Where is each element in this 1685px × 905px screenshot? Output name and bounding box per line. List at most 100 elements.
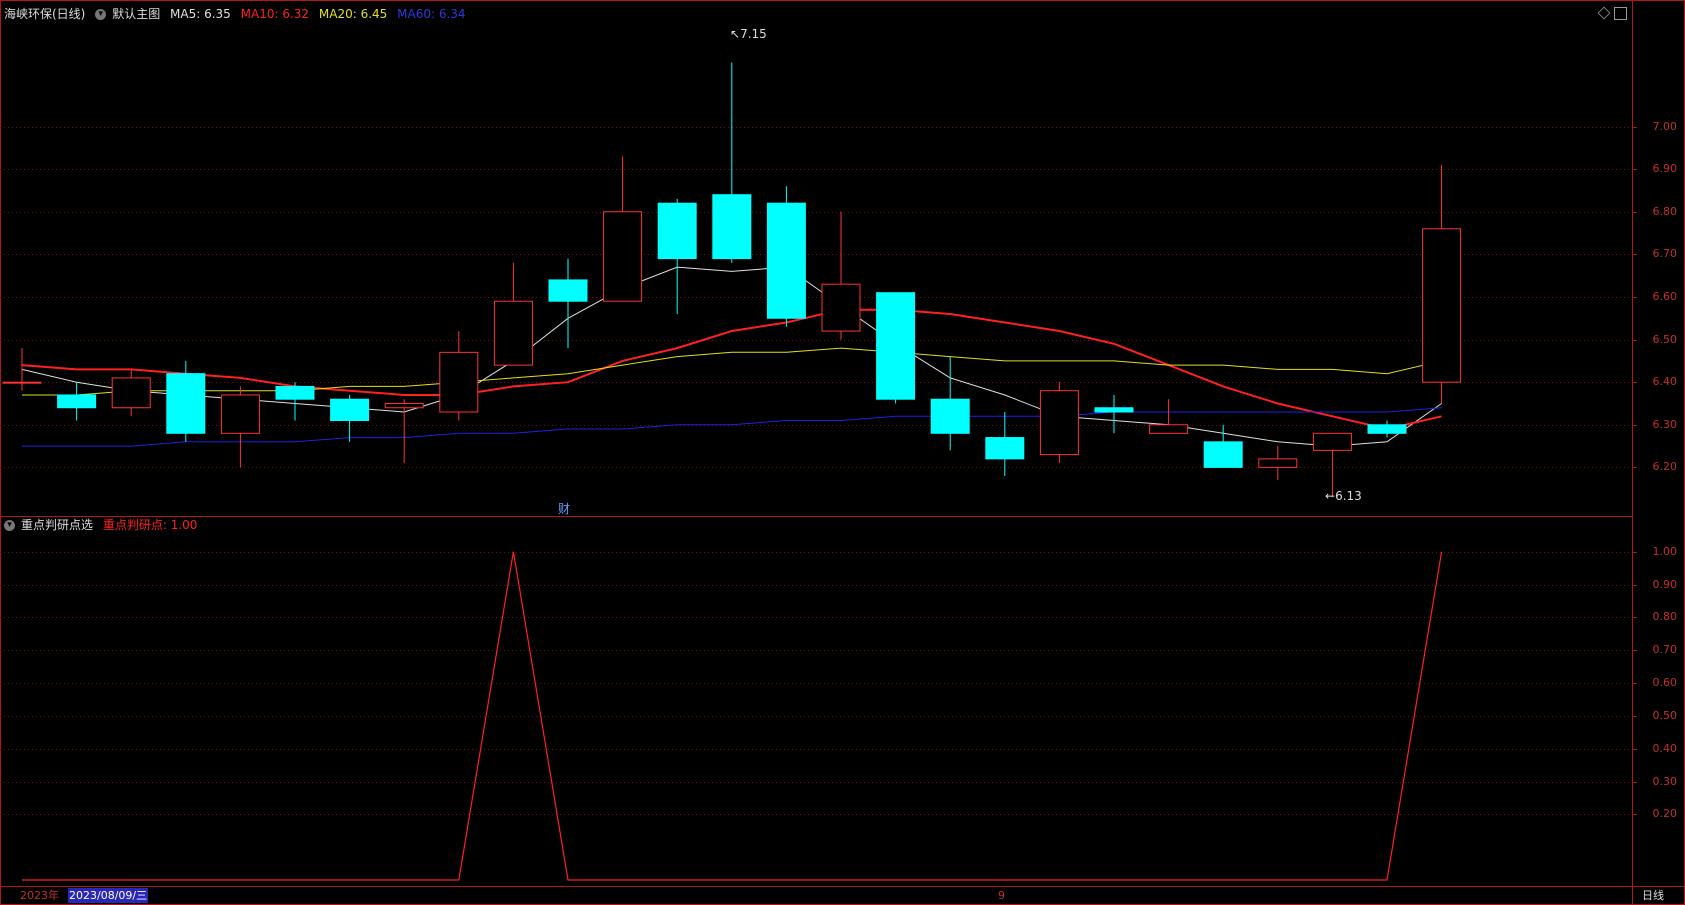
- candle: [1039, 382, 1079, 464]
- min-price-annotation: ←6.13: [1325, 489, 1362, 503]
- candle-body: [657, 202, 697, 260]
- indicator-title[interactable]: 重点判研点选: [21, 518, 93, 532]
- main-y-tick-label: 6.50: [1652, 332, 1678, 346]
- candle: [712, 62, 752, 263]
- candle: [57, 382, 97, 421]
- candle: [766, 186, 806, 327]
- candle-body: [1258, 458, 1298, 468]
- ma5-legend: MA5: 6.35: [170, 7, 231, 21]
- candle-body: [384, 402, 424, 409]
- indicator-y-tick-label: 0.60: [1652, 675, 1678, 689]
- main-y-tick-label: 7.00: [1652, 119, 1678, 133]
- chart-frame: [0, 0, 1685, 905]
- candle: [1094, 394, 1134, 434]
- indicator-y-tick-label: 0.80: [1652, 609, 1678, 623]
- main-y-tick-label: 6.90: [1652, 161, 1678, 175]
- candle-body: [111, 377, 151, 409]
- template-label[interactable]: 默认主图: [112, 7, 160, 21]
- candle: [1312, 432, 1352, 498]
- candle: [985, 412, 1025, 476]
- candle-body: [712, 194, 752, 260]
- ma20-legend: MA20: 6.45: [318, 7, 388, 21]
- main-y-tick-label: 6.70: [1652, 246, 1678, 260]
- candle-body: [2, 381, 42, 384]
- candle: [1149, 399, 1189, 434]
- candle: [657, 198, 697, 314]
- candle-body: [548, 279, 588, 302]
- main-y-tick-label: 6.30: [1652, 417, 1678, 431]
- footer-cursor-date: 2023/08/09/三: [68, 888, 149, 903]
- ma60-legend: MA60: 6.34: [397, 7, 466, 21]
- max-arrow-icon: ↖: [730, 27, 741, 41]
- candle: [384, 399, 424, 464]
- candle-body: [1312, 432, 1352, 451]
- candle: [876, 292, 916, 404]
- stock-title[interactable]: 海峡环保(日线): [4, 7, 85, 21]
- candle-body: [1367, 424, 1407, 434]
- main-y-tick-label: 6.60: [1652, 289, 1678, 303]
- candle: [330, 394, 370, 442]
- candle: [2, 348, 42, 391]
- candle: [930, 356, 970, 451]
- candle-body: [1149, 424, 1189, 434]
- candle-body: [930, 398, 970, 434]
- indicator-line: [22, 551, 1443, 881]
- min-price-label: 6.13: [1335, 489, 1362, 503]
- candle-body: [1039, 390, 1079, 456]
- candle-body: [985, 437, 1025, 460]
- indicator-value: 重点判研点: 1.00: [102, 518, 198, 532]
- main-y-tick-label: 6.40: [1652, 374, 1678, 388]
- template-dropdown-icon[interactable]: ▾: [95, 9, 107, 20]
- max-price-label: 7.15: [740, 27, 767, 41]
- indicator-y-tick-label: 0.50: [1652, 708, 1678, 722]
- ma10-legend: MA10: 6.32: [240, 7, 310, 21]
- indicator-y-tick-label: 1.00: [1652, 544, 1678, 558]
- footer-year: 2023年: [20, 889, 59, 902]
- candle-body: [766, 202, 806, 319]
- candle: [275, 382, 315, 421]
- candle: [220, 386, 260, 468]
- indicator-dropdown-icon[interactable]: ▾: [4, 520, 15, 531]
- indicator-y-tick-label: 0.20: [1652, 806, 1678, 820]
- indicator-series-line: [22, 551, 1443, 881]
- candle: [439, 331, 479, 421]
- indicator-grid: [0, 552, 1637, 815]
- candle-body: [1422, 228, 1462, 383]
- candle-body: [439, 351, 479, 413]
- main-y-tick-label: 6.20: [1652, 459, 1678, 473]
- candle-body: [603, 211, 643, 302]
- indicator-y-tick-label: 0.40: [1652, 741, 1678, 755]
- candle: [1258, 446, 1298, 481]
- candle-body: [166, 373, 206, 434]
- candle-body: [1203, 441, 1243, 468]
- candle-body: [821, 283, 861, 332]
- candle-body: [330, 398, 370, 422]
- candle-body: [1094, 407, 1134, 413]
- main-chart-header: 海峡环保(日线) ▾ 默认主图 MA5: 6.35 MA10: 6.32 MA20…: [4, 6, 472, 22]
- period-button[interactable]: 日线: [1642, 887, 1664, 905]
- candle-body: [220, 394, 260, 434]
- candle-body: [275, 385, 315, 400]
- candle: [548, 258, 588, 349]
- chart-canvas: [0, 0, 1685, 905]
- indicator-y-tick-label: 0.70: [1652, 642, 1678, 656]
- min-arrow-icon: ←: [1325, 489, 1336, 503]
- indicator-y-tick-label: 0.90: [1652, 577, 1678, 591]
- financial-report-marker[interactable]: 财: [558, 500, 570, 517]
- candle: [1367, 420, 1407, 438]
- candle: [1422, 164, 1462, 404]
- candle: [493, 262, 533, 366]
- candle-body: [876, 292, 916, 400]
- indicator-y-tick-label: 0.30: [1652, 774, 1678, 788]
- main-y-tick-label: 6.80: [1652, 204, 1678, 218]
- candle-body: [493, 300, 533, 366]
- indicator-header: ▾ 重点判研点选 重点判研点: 1.00: [4, 517, 203, 533]
- window-restore-icon[interactable]: [1614, 7, 1627, 20]
- candle-body: [57, 394, 97, 409]
- candle: [111, 369, 151, 417]
- candle: [821, 211, 861, 340]
- max-price-annotation: ↖7.15: [730, 27, 767, 41]
- candle: [603, 156, 643, 302]
- candlesticks: [2, 62, 1462, 498]
- footer-month-marker: 9: [998, 889, 1005, 902]
